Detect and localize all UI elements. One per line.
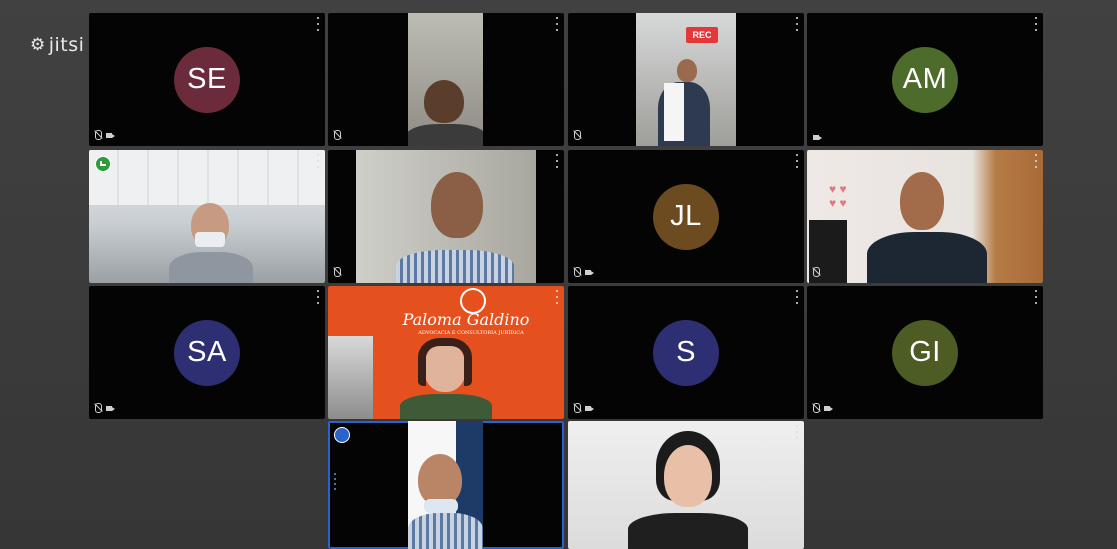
- participant-tile-se[interactable]: SE: [89, 13, 325, 146]
- camera-off-icon: [585, 405, 594, 411]
- participant-avatar: SE: [174, 46, 240, 113]
- participant-tile-s[interactable]: S: [568, 286, 804, 419]
- microphone-off-icon: [95, 130, 102, 140]
- microphone-off-icon: [334, 130, 341, 140]
- participant-status: [334, 130, 341, 140]
- participant-status: [95, 403, 115, 413]
- more-vertical-icon[interactable]: [554, 154, 560, 168]
- more-vertical-icon[interactable]: [1033, 154, 1039, 168]
- participant-status: [574, 403, 594, 413]
- participant-tile-video-woman-headphones[interactable]: [568, 421, 804, 549]
- participant-status: [574, 267, 594, 277]
- camera-off-icon: [824, 405, 833, 411]
- more-vertical-icon[interactable]: [1033, 17, 1039, 31]
- microphone-off-icon: [813, 403, 820, 413]
- jitsi-logo: ⚙ jitsi: [30, 34, 84, 56]
- participant-avatar: S: [653, 319, 719, 386]
- participant-avatar: SA: [174, 319, 240, 386]
- participant-status: [334, 267, 341, 277]
- participant-video: ♥ ♥ ♥ ♥: [807, 150, 1043, 283]
- recording-badge: REC: [686, 27, 718, 43]
- microphone-off-icon: [95, 403, 102, 413]
- participant-tile-video-man-glasses[interactable]: [328, 150, 564, 283]
- connection-status-icon[interactable]: [95, 156, 111, 172]
- camera-off-icon: [106, 405, 115, 411]
- participant-video: [89, 150, 325, 283]
- participant-status: [813, 267, 820, 277]
- participant-avatar: JL: [653, 183, 719, 250]
- more-vertical-icon[interactable]: [315, 154, 321, 168]
- participant-tile-video-man-headset[interactable]: [328, 13, 564, 146]
- participant-video: [408, 421, 483, 549]
- more-vertical-icon[interactable]: [794, 425, 800, 439]
- participant-tile-am[interactable]: AM: [807, 13, 1043, 146]
- office-sign-name: Paloma Galdino: [402, 310, 530, 329]
- more-vertical-icon[interactable]: [794, 154, 800, 168]
- drag-handle-icon[interactable]: [334, 473, 336, 490]
- participant-video: [408, 13, 483, 146]
- more-vertical-icon[interactable]: [794, 290, 800, 304]
- participant-status: [813, 135, 822, 140]
- camera-off-icon: [813, 135, 822, 140]
- participant-tile-sa[interactable]: SA: [89, 286, 325, 419]
- participant-avatar: GI: [892, 319, 958, 386]
- participant-tile-gi[interactable]: GI: [807, 286, 1043, 419]
- participant-video: [568, 421, 804, 549]
- participant-avatar: AM: [892, 46, 958, 113]
- camera-off-icon: [106, 132, 115, 138]
- more-vertical-icon[interactable]: [554, 17, 560, 31]
- microphone-off-icon: [574, 130, 581, 140]
- more-vertical-icon[interactable]: [554, 290, 560, 304]
- microphone-off-icon: [574, 403, 581, 413]
- office-sign-subtitle: ADVOCACIA E CONSULTORIA JURÍDICA: [418, 330, 524, 336]
- camera-off-icon: [585, 269, 594, 275]
- microphone-off-icon: [813, 267, 820, 277]
- jitsi-logo-text: jitsi: [48, 34, 85, 56]
- participant-video: [356, 150, 536, 283]
- microphone-off-icon: [574, 267, 581, 277]
- more-vertical-icon[interactable]: [315, 290, 321, 304]
- microphone-off-icon: [334, 267, 341, 277]
- more-vertical-icon[interactable]: [1033, 290, 1039, 304]
- local-user-icon: [334, 427, 350, 443]
- participant-tile-video-office[interactable]: [89, 150, 325, 283]
- participant-tile-jl[interactable]: JL: [568, 150, 804, 283]
- participant-tile-video-law-office[interactable]: Paloma Galdino ADVOCACIA E CONSULTORIA J…: [328, 286, 564, 419]
- more-vertical-icon[interactable]: [794, 17, 800, 31]
- participant-status: [813, 403, 833, 413]
- participant-status: [95, 130, 115, 140]
- more-vertical-icon[interactable]: [315, 17, 321, 31]
- participant-video: Paloma Galdino ADVOCACIA E CONSULTORIA J…: [328, 286, 564, 419]
- participant-tile-video-man-room[interactable]: ♥ ♥ ♥ ♥: [807, 150, 1043, 283]
- participant-status: [574, 130, 581, 140]
- participant-tile-local-video[interactable]: [328, 421, 564, 549]
- jitsi-logo-icon: ⚙: [30, 35, 46, 55]
